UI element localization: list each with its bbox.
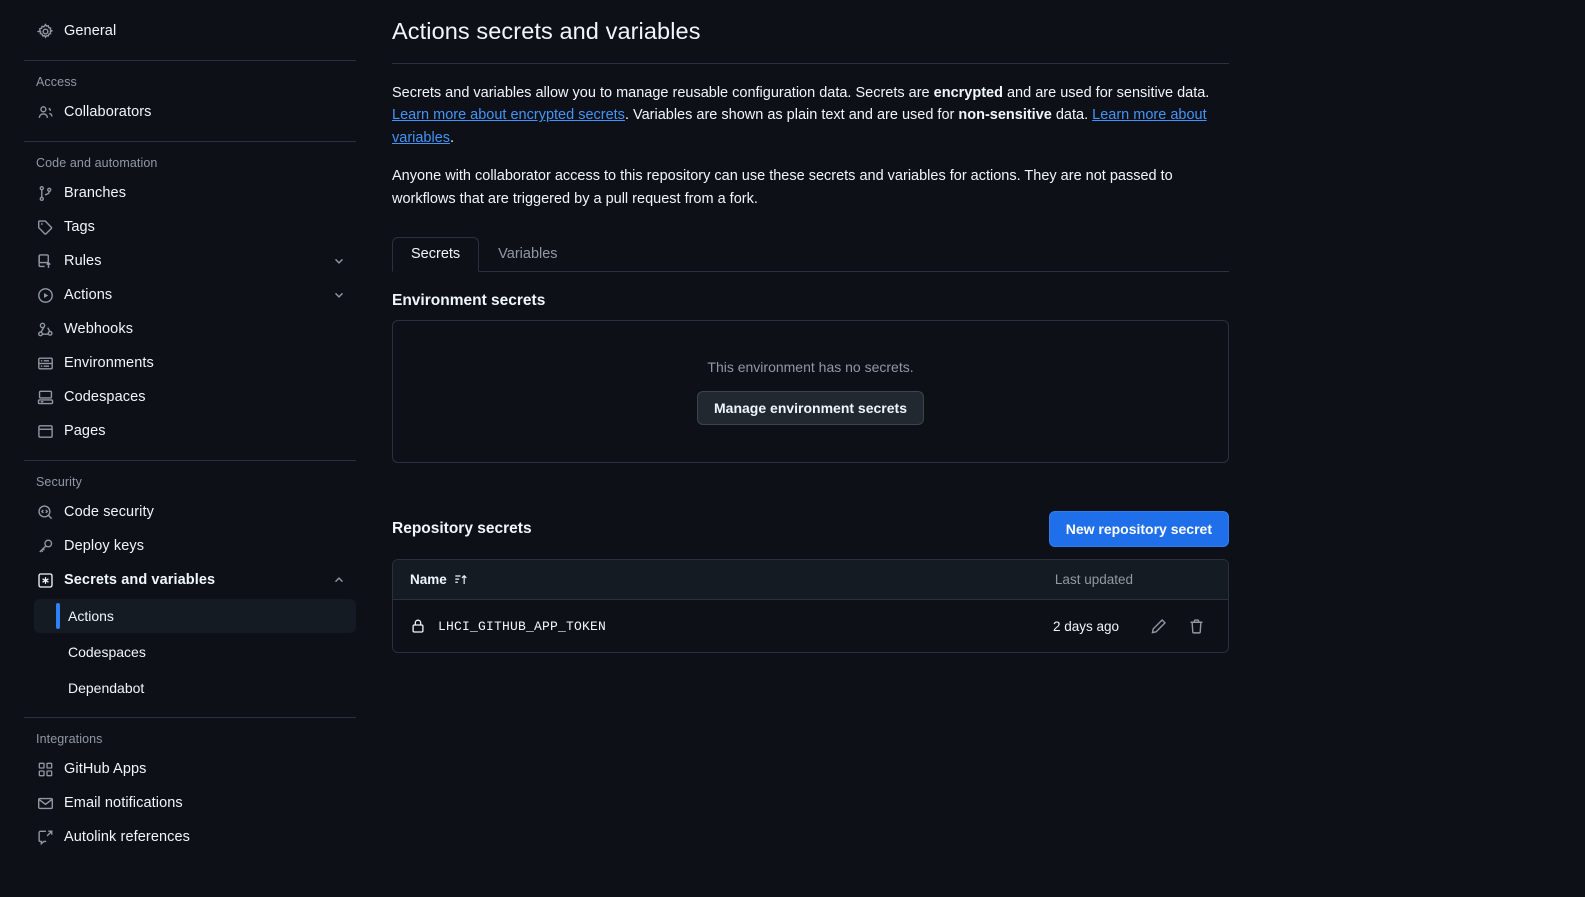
table-header-row: Name Last updated bbox=[393, 560, 1228, 601]
lock-icon bbox=[410, 618, 426, 634]
sidebar-group-label-code-and-automation: Code and automation bbox=[36, 156, 158, 170]
title-divider bbox=[392, 63, 1229, 64]
sidebar-item-tags[interactable]: Tags bbox=[24, 210, 356, 244]
desc-bold-non-sensitive: non-sensitive bbox=[958, 107, 1052, 124]
repository-secrets-header: Repository secrets New repository secret bbox=[392, 511, 1229, 548]
sidebar-item-deploy-keys[interactable]: Deploy keys bbox=[24, 529, 356, 563]
sidebar-subitem-label: Actions bbox=[68, 608, 114, 624]
tab-secrets[interactable]: Secrets bbox=[392, 236, 480, 273]
cross-reference-icon bbox=[36, 828, 54, 846]
sidebar-item-rules[interactable]: Rules bbox=[24, 244, 356, 278]
desc-text-3: . Variables are shown as plain text and … bbox=[624, 107, 959, 124]
sidebar-subitem-dependabot[interactable]: Dependabot bbox=[34, 671, 356, 705]
sort-asc-icon[interactable] bbox=[454, 573, 468, 587]
desc-bold-encrypted: encrypted bbox=[933, 85, 1003, 101]
apps-icon bbox=[36, 760, 54, 778]
play-circle-icon bbox=[36, 286, 54, 304]
desc-text-2: and are used for sensitive data. bbox=[1002, 85, 1210, 101]
tab-variables[interactable]: Variables bbox=[479, 237, 576, 273]
sidebar-item-actions[interactable]: Actions bbox=[24, 278, 356, 312]
secret-name: LHCI_GITHUB_APP_TOKEN bbox=[438, 618, 607, 634]
sidebar-subitem-label: Dependabot bbox=[68, 680, 145, 696]
tab-list: Secrets Variables bbox=[392, 232, 1229, 273]
column-header-last-updated: Last updated bbox=[1054, 572, 1133, 588]
sidebar-item-label: Code security bbox=[64, 504, 154, 520]
sidebar-item-label: Webhooks bbox=[64, 321, 134, 337]
codescan-icon bbox=[36, 503, 54, 521]
learn-more-encrypted-secrets-link[interactable]: Learn more about encrypted secrets bbox=[392, 107, 625, 123]
people-icon bbox=[36, 103, 54, 121]
sidebar-item-pages[interactable]: Pages bbox=[24, 414, 356, 448]
sidebar-subitem-actions[interactable]: Actions bbox=[34, 599, 356, 633]
column-header-name-label: Name bbox=[410, 572, 447, 588]
desc-text-1: Secrets and variables allow you to manag… bbox=[392, 85, 934, 101]
repository-secrets-table: Name Last updated LHCI_GITHUB_APP_TOKEN … bbox=[392, 559, 1229, 654]
environment-secrets-empty-message: This environment has no secrets. bbox=[707, 358, 914, 375]
mail-icon bbox=[36, 794, 54, 812]
git-branch-icon bbox=[36, 184, 54, 202]
settings-sidebar: General Access Collaborators Code and au… bbox=[0, 0, 380, 897]
chevron-up-icon[interactable] bbox=[332, 573, 346, 587]
webhook-icon bbox=[36, 320, 54, 338]
sidebar-item-label: Rules bbox=[64, 253, 102, 269]
pencil-icon[interactable] bbox=[1143, 611, 1173, 641]
sidebar-group-label-security: Security bbox=[36, 475, 82, 489]
environment-secrets-heading: Environment secrets bbox=[392, 292, 546, 310]
sidebar-item-label: Codespaces bbox=[64, 389, 146, 405]
sidebar-item-environments[interactable]: Environments bbox=[24, 346, 356, 380]
secret-last-updated: 2 days ago bbox=[1052, 618, 1119, 634]
sidebar-item-general[interactable]: General bbox=[24, 14, 356, 48]
sidebar-item-label: GitHub Apps bbox=[64, 761, 147, 777]
codespaces-icon bbox=[36, 388, 54, 406]
sidebar-item-autolink-references[interactable]: Autolink references bbox=[24, 820, 356, 854]
browser-icon bbox=[36, 422, 54, 440]
sidebar-item-branches[interactable]: Branches bbox=[24, 176, 356, 210]
asterisk-box-icon bbox=[36, 571, 54, 589]
sidebar-item-code-security[interactable]: Code security bbox=[24, 495, 356, 529]
manage-environment-secrets-button[interactable]: Manage environment secrets bbox=[697, 390, 924, 425]
sidebar-item-label: Autolink references bbox=[64, 829, 191, 845]
sidebar-item-label: Collaborators bbox=[64, 104, 152, 120]
rules-icon bbox=[36, 252, 54, 270]
chevron-down-icon[interactable] bbox=[332, 254, 346, 268]
sidebar-item-secrets-and-variables[interactable]: Secrets and variables bbox=[24, 563, 356, 597]
description-paragraph-2: Anyone with collaborator access to this … bbox=[392, 168, 1173, 207]
selected-indicator-bar bbox=[56, 603, 60, 629]
sidebar-item-label: Branches bbox=[64, 185, 127, 201]
sidebar-subitem-codespaces[interactable]: Codespaces bbox=[34, 635, 356, 669]
sidebar-item-github-apps[interactable]: GitHub Apps bbox=[24, 752, 356, 786]
sidebar-item-label: Deploy keys bbox=[64, 538, 145, 554]
column-header-name[interactable]: Name bbox=[410, 572, 468, 587]
sidebar-subitem-label: Codespaces bbox=[68, 644, 146, 660]
sidebar-group-label-access: Access bbox=[36, 75, 77, 89]
gear-icon bbox=[36, 22, 54, 40]
sidebar-item-webhooks[interactable]: Webhooks bbox=[24, 312, 356, 346]
chevron-down-icon[interactable] bbox=[332, 288, 346, 302]
server-icon bbox=[36, 354, 54, 372]
sidebar-item-codespaces[interactable]: Codespaces bbox=[24, 380, 356, 414]
sidebar-item-label: Secrets and variables bbox=[64, 572, 216, 588]
sidebar-item-label: Email notifications bbox=[64, 795, 183, 811]
sidebar-item-collaborators[interactable]: Collaborators bbox=[24, 95, 356, 129]
main-content: Actions secrets and variables Secrets an… bbox=[380, 0, 1585, 897]
settings-page: General Access Collaborators Code and au… bbox=[0, 0, 1585, 897]
sidebar-group-label-integrations: Integrations bbox=[36, 732, 103, 746]
sidebar-item-label: Tags bbox=[64, 219, 96, 235]
desc-text-5: . bbox=[450, 129, 455, 146]
tag-icon bbox=[36, 218, 54, 236]
new-repository-secret-button[interactable]: New repository secret bbox=[1048, 511, 1229, 548]
sidebar-item-email-notifications[interactable]: Email notifications bbox=[24, 786, 356, 820]
table-row: LHCI_GITHUB_APP_TOKEN 2 days ago bbox=[393, 600, 1228, 653]
sidebar-item-label: Environments bbox=[64, 355, 154, 371]
sidebar-item-label: General bbox=[64, 23, 117, 39]
repository-secrets-heading: Repository secrets bbox=[392, 520, 532, 538]
sidebar-item-label: Actions bbox=[64, 287, 113, 303]
environment-secrets-empty-panel: This environment has no secrets. Manage … bbox=[392, 320, 1229, 464]
description-paragraph-1: Secrets and variables allow you to manag… bbox=[392, 82, 1229, 149]
key-icon bbox=[36, 537, 54, 555]
page-title: Actions secrets and variables bbox=[392, 18, 701, 44]
desc-text-4: data. bbox=[1051, 107, 1093, 124]
sidebar-item-label: Pages bbox=[64, 423, 106, 439]
trash-icon[interactable] bbox=[1181, 611, 1211, 641]
